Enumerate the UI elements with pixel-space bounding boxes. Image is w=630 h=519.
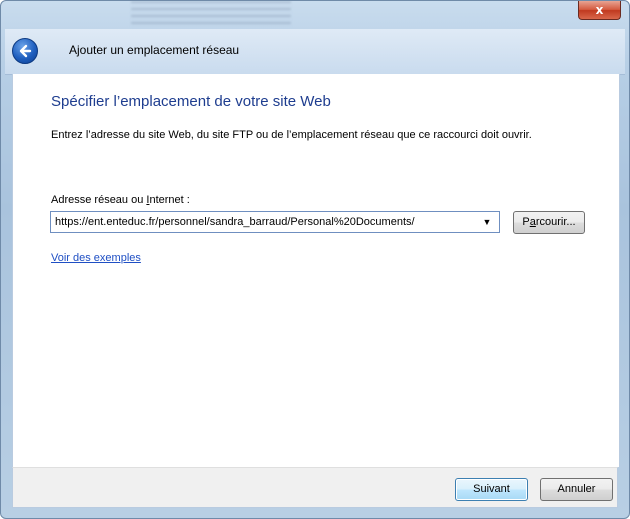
instruction-text: Entrez l’adresse du site Web, du site FT… [51,129,532,141]
address-label: Adresse réseau ou Internet : [51,194,190,206]
browse-button[interactable]: Parcourir... [513,211,585,234]
page-title: Spécifier l’emplacement de votre site We… [51,93,331,110]
back-arrow-icon [19,44,32,58]
titlebar-background [131,1,291,29]
address-input[interactable] [51,212,471,232]
examples-link[interactable]: Voir des exemples [51,252,141,264]
wizard-content: Spécifier l’emplacement de votre site We… [12,74,620,467]
dialog-window: x Ajouter un emplacement réseau Spécifie… [0,0,630,519]
address-combobox[interactable]: ▼ [50,211,500,233]
next-button[interactable]: Suivant [455,478,528,501]
wizard-footer: Suivant Annuler [12,467,618,508]
back-button[interactable] [12,38,38,64]
close-button[interactable]: x [578,1,621,20]
wizard-header: Ajouter un emplacement réseau [5,29,625,75]
wizard-title: Ajouter un emplacement réseau [69,43,240,57]
close-icon: x [595,3,604,17]
chevron-down-icon[interactable]: ▼ [478,212,496,232]
cancel-button[interactable]: Annuler [540,478,613,501]
